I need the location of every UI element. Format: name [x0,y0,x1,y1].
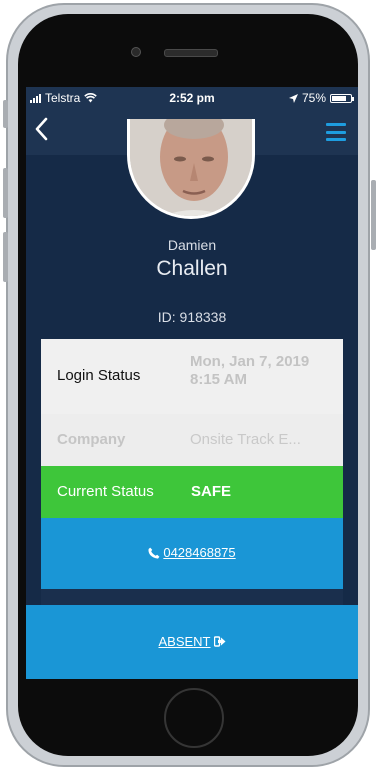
phone-link[interactable]: 0428468875 [41,545,343,560]
login-status-value: Mon, Jan 7, 2019 8:15 AM [190,353,310,388]
home-button[interactable] [164,688,224,748]
company-value: Onsite Track E... [190,431,301,448]
front-camera [131,47,141,57]
earpiece-speaker [164,49,218,57]
company-row: Company Onsite Track E... [41,414,343,466]
company-label: Company [57,431,126,448]
battery-icon [330,93,354,103]
avatar [127,119,255,219]
card-footer-spacer [41,589,343,605]
chevron-left-icon [35,117,48,141]
phone-number: 0428468875 [163,545,236,560]
login-status-label: Login Status [57,367,141,384]
battery-percent: 75% [301,91,326,105]
login-status-row: Login Status Mon, Jan 7, 2019 8:15 AM [41,339,343,414]
power-button [371,180,376,250]
status-bar-right: 75% [288,91,354,105]
employee-id: ID: 918338 [157,309,227,325]
app-screen: Telstra 2:52 pm 75% Profile [26,87,358,679]
status-bar: Telstra 2:52 pm 75% [26,87,358,109]
absent-bar[interactable]: ABSENT [26,605,358,679]
phone-icon [148,547,160,559]
mute-switch [3,100,8,128]
menu-button[interactable] [326,123,346,141]
first-name: Damien [167,237,217,253]
last-name: Challen [156,257,228,280]
absent-button[interactable]: ABSENT [26,634,358,649]
profile-photo [130,119,252,216]
hamburger-menu-icon [326,123,346,126]
location-arrow-icon [288,93,298,103]
sign-out-icon [213,636,225,647]
current-status-label: Current Status [57,483,154,500]
status-badge: SAFE [191,483,232,500]
details-card: Login Status Mon, Jan 7, 2019 8:15 AM Co… [41,339,343,589]
current-status-row: Current Status SAFE [41,466,343,518]
back-button[interactable] [34,117,54,145]
absent-label: ABSENT [158,634,211,649]
volume-down-button [3,232,8,282]
volume-up-button [3,168,8,218]
phone-row: 0428468875 [41,518,343,589]
